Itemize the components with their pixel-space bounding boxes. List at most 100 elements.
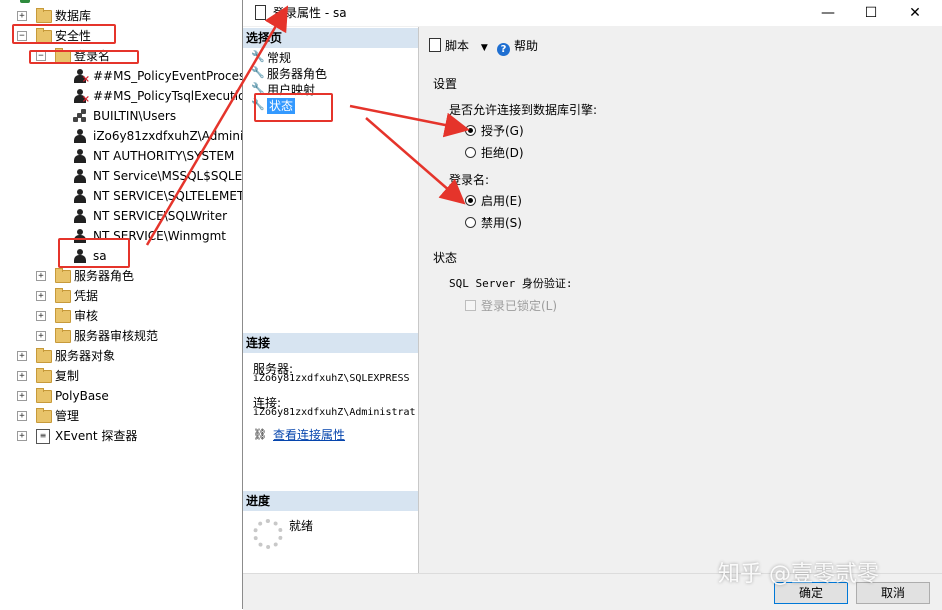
radio-unselected[interactable] <box>465 217 476 228</box>
chevron-down-icon[interactable]: ▼ <box>481 43 488 53</box>
tree-item-label: NT SERVICE\SQLWriter <box>93 209 228 223</box>
folder-icon <box>36 8 52 23</box>
connection-properties-icon: ⛓ <box>253 428 267 441</box>
expand-icon[interactable]: + <box>17 11 27 21</box>
server-value: iZo6y81zxdfxuhZ\SQLEXPRESS <box>253 373 410 384</box>
annotation-box-logins <box>29 50 139 64</box>
wrench-icon: 🔧 <box>251 66 265 79</box>
connection-header: 连接 <box>243 333 418 353</box>
expand-icon[interactable]: + <box>17 391 27 401</box>
tree-item-audit-specs[interactable]: + 服务器审核规范 <box>0 326 242 346</box>
user-icon <box>74 189 86 203</box>
user-icon <box>74 149 86 163</box>
script-icon <box>429 38 441 52</box>
group-icon <box>73 109 87 123</box>
server-icon <box>20 0 30 3</box>
folder-icon <box>55 328 71 343</box>
radio-selected[interactable] <box>465 195 476 206</box>
tree-item-label: BUILTIN\Users <box>93 109 177 123</box>
tree-item-label: NT SERVICE\SQLTELEMET <box>93 189 242 203</box>
expand-icon[interactable]: + <box>17 411 27 421</box>
login-properties-dialog: 登录属性 - sa — ☐ ✕ 选择页 🔧 常规 🔧 服务器角色 🔧 用户映射 … <box>242 0 942 610</box>
tree-item-login[interactable]: BUILTIN\Users <box>0 106 242 126</box>
tree-item-login[interactable]: iZo6y81zxdfxuhZ\Adminis <box>0 126 242 146</box>
expand-icon[interactable]: + <box>36 291 46 301</box>
folder-icon <box>36 408 52 423</box>
radio-unselected[interactable] <box>465 147 476 158</box>
login-label: 登录名: <box>449 173 490 187</box>
script-button[interactable]: 脚本 ▼ <box>429 37 488 54</box>
expand-icon[interactable]: + <box>36 331 46 341</box>
tree-item-login[interactable]: NT AUTHORITY\SYSTEM <box>0 146 242 166</box>
tree-item-label: NT Service\MSSQL$SQLE <box>93 169 242 183</box>
tree-item-label: 凭据 <box>74 289 99 303</box>
tree-item-login[interactable]: NT Service\MSSQL$SQLE <box>0 166 242 186</box>
user-icon <box>74 169 86 183</box>
expand-icon[interactable]: + <box>36 311 46 321</box>
tree-item-label: 服务器审核规范 <box>74 329 159 343</box>
tree-item-label: 复制 <box>55 369 80 383</box>
tree-item-label: ##MS_PolicyTsqlExecutio <box>93 89 242 103</box>
expand-icon[interactable]: + <box>17 431 27 441</box>
select-page-header: 选择页 <box>243 28 418 48</box>
toolbar: 脚本 ▼ ? 帮助 <box>419 27 942 63</box>
tree-item-management[interactable]: + 管理 <box>0 406 242 426</box>
tree-item-server-roles[interactable]: + 服务器角色 <box>0 266 242 286</box>
help-button[interactable]: ? 帮助 <box>497 37 538 56</box>
disabled-user-icon: × <box>74 89 90 105</box>
xevent-icon: ≡ <box>36 429 50 444</box>
settings-title: 设置 <box>433 77 458 91</box>
wrench-icon: 🔧 <box>251 50 265 63</box>
tree-item-login[interactable]: NT SERVICE\SQLWriter <box>0 206 242 226</box>
tree-item-login[interactable]: NT SERVICE\SQLTELEMET <box>0 186 242 206</box>
document-icon <box>255 5 266 20</box>
expand-icon[interactable]: + <box>36 271 46 281</box>
watermark: 知乎 @壹零贰零 <box>718 562 879 587</box>
radio-selected[interactable] <box>465 125 476 136</box>
annotation-box-sa <box>58 238 130 268</box>
tree-item-label: 审核 <box>74 309 99 323</box>
right-pane: 脚本 ▼ ? 帮助 设置 是否允许连接到数据库引擎: 授予(G) 拒绝(D) 登录… <box>419 27 942 573</box>
progress-status: 就绪 <box>289 519 314 533</box>
maximize-button[interactable]: ☐ <box>851 2 891 24</box>
expand-icon[interactable]: + <box>17 371 27 381</box>
checkbox-disabled[interactable] <box>465 300 476 311</box>
annotation-box-status <box>254 93 333 122</box>
tree-item-label: XEvent 探查器 <box>55 429 138 443</box>
tree-item-label: 服务器对象 <box>55 349 116 363</box>
dialog-title: 登录属性 - sa <box>273 6 347 20</box>
tree-item-audits[interactable]: + 审核 <box>0 306 242 326</box>
help-icon: ? <box>497 43 510 56</box>
user-icon <box>74 209 86 223</box>
connection-value: iZo6y81zxdfxuhZ\Administrat <box>253 407 416 418</box>
progress-spinner-icon <box>253 519 283 549</box>
tree-item-databases[interactable]: + 数据库 <box>0 6 242 26</box>
folder-icon <box>36 368 52 383</box>
permission-label: 是否允许连接到数据库引擎: <box>449 103 598 117</box>
dialog-titlebar[interactable]: 登录属性 - sa — ☐ ✕ <box>243 0 942 26</box>
tree-item-login[interactable]: × ##MS_PolicyTsqlExecutio <box>0 86 242 106</box>
folder-icon <box>55 268 71 283</box>
user-icon <box>74 129 86 143</box>
tree-item-login[interactable]: × ##MS_PolicyEventProcess <box>0 66 242 86</box>
view-connection-properties-link[interactable]: 查看连接属性 <box>273 426 345 443</box>
tree-item-label: 数据库 <box>55 9 92 23</box>
tree-item-credentials[interactable]: + 凭据 <box>0 286 242 306</box>
tree-item-xevent-profiler[interactable]: + ≡ XEvent 探查器 <box>0 426 242 446</box>
minimize-button[interactable]: — <box>808 2 848 24</box>
tree-item-polybase[interactable]: + PolyBase <box>0 386 242 406</box>
tree-item-label: ##MS_PolicyEventProcess <box>93 69 242 83</box>
folder-icon <box>36 388 52 403</box>
tree-item-replication[interactable]: + 复制 <box>0 366 242 386</box>
object-explorer-tree: + 数据库 − 安全性 − 登录名 × ##MS_PolicyEventProc… <box>0 0 242 609</box>
tree-item-label: PolyBase <box>55 389 109 403</box>
tree-item-label: 管理 <box>55 409 80 423</box>
tree-item-server-objects[interactable]: + 服务器对象 <box>0 346 242 366</box>
tree-item-label: NT AUTHORITY\SYSTEM <box>93 149 235 163</box>
close-button[interactable]: ✕ <box>895 2 935 24</box>
sql-auth-label: SQL Server 身份验证: <box>449 277 573 290</box>
expand-icon[interactable]: + <box>17 351 27 361</box>
folder-icon <box>36 348 52 363</box>
status-title: 状态 <box>433 251 458 265</box>
folder-icon <box>55 308 71 323</box>
